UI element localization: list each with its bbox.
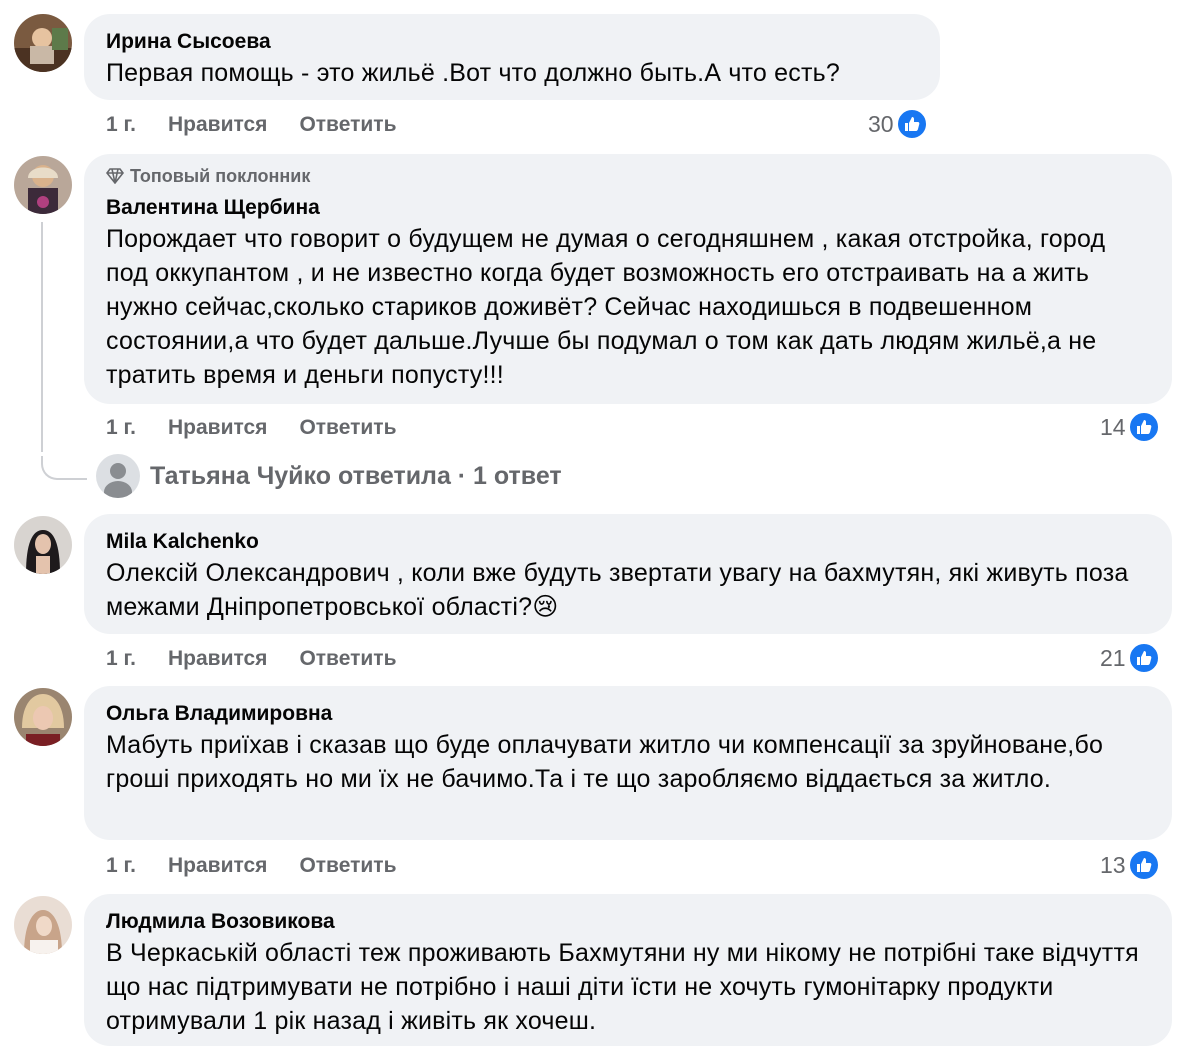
like-button[interactable]: Нравится bbox=[168, 854, 267, 878]
thread-line bbox=[41, 222, 43, 452]
like-button[interactable]: Нравится bbox=[168, 113, 267, 137]
comment-text-body: Олексій Олександрович , коли вже будуть … bbox=[106, 559, 1129, 621]
comment-author[interactable]: Ольга Владимировна bbox=[106, 700, 1150, 728]
comment-bubble: Людмила Возовикова В Черкаській області … bbox=[84, 894, 1172, 1046]
comment-actions: 1 г. Нравится Ответить bbox=[106, 851, 428, 881]
comment-bubble: Топовый поклонник Валентина Щербина Поро… bbox=[84, 154, 1172, 404]
reply-button[interactable]: Ответить bbox=[299, 416, 396, 440]
thread-connector bbox=[41, 456, 87, 480]
comment-actions: 1 г. Нравится Ответить bbox=[106, 644, 428, 674]
comment-actions: 1 г. Нравится Ответить bbox=[106, 413, 428, 443]
thumbs-up-icon bbox=[895, 108, 928, 140]
comment-actions: 1 г. Нравится Ответить bbox=[106, 110, 428, 140]
like-count-value: 13 bbox=[1100, 851, 1126, 878]
comment-author[interactable]: Ирина Сысоева bbox=[106, 28, 918, 56]
like-count-value: 30 bbox=[868, 110, 894, 137]
comment-text: Порождает что говорит о будущем не думая… bbox=[106, 225, 1106, 389]
top-fan-badge: Топовый поклонник bbox=[106, 164, 1150, 188]
like-count[interactable]: 13 bbox=[1100, 848, 1160, 882]
comment-text: Первая помощь - это жильё .Вот что должн… bbox=[106, 59, 840, 87]
comment-bubble: Mila Kalchenko Олексій Олександрович , к… bbox=[84, 514, 1172, 634]
reply-button[interactable]: Ответить bbox=[299, 854, 396, 878]
like-button[interactable]: Нравится bbox=[168, 647, 267, 671]
badge-label: Топовый поклонник bbox=[130, 166, 311, 186]
like-count-value: 21 bbox=[1100, 644, 1126, 671]
thumbs-up-icon bbox=[1127, 411, 1160, 443]
avatar[interactable] bbox=[14, 156, 72, 214]
reply-button[interactable]: Ответить bbox=[299, 113, 396, 137]
comment-text: В Черкаській області теж проживають Бахм… bbox=[106, 939, 1139, 1035]
comment-bubble: Ольга Владимировна Мабуть приїхав і сказ… bbox=[84, 686, 1172, 840]
like-button[interactable]: Нравится bbox=[168, 416, 267, 440]
view-replies-link[interactable]: Татьяна Чуйко ответила · 1 ответ bbox=[96, 454, 562, 498]
sad-face-emoji: 😢 bbox=[532, 593, 559, 621]
comment-author[interactable]: Валентина Щербина bbox=[106, 194, 1150, 222]
like-count[interactable]: 30 bbox=[868, 107, 928, 141]
comment-time[interactable]: 1 г. bbox=[106, 416, 136, 440]
comment-text: Олексій Олександрович , коли вже будуть … bbox=[106, 556, 1150, 624]
comment-time[interactable]: 1 г. bbox=[106, 647, 136, 671]
avatar[interactable] bbox=[14, 688, 72, 746]
like-count[interactable]: 14 bbox=[1100, 410, 1160, 444]
comment-bubble: Ирина Сысоева Первая помощь - это жильё … bbox=[84, 14, 940, 100]
avatar[interactable] bbox=[14, 14, 72, 72]
avatar[interactable] bbox=[14, 896, 72, 954]
comment-text: Мабуть приїхав і сказав що буде оплачува… bbox=[106, 731, 1104, 793]
reply-avatar bbox=[96, 454, 140, 498]
comment-time[interactable]: 1 г. bbox=[106, 854, 136, 878]
thumbs-up-icon bbox=[1127, 642, 1160, 674]
comment-author[interactable]: Mila Kalchenko bbox=[106, 528, 1150, 556]
thumbs-up-icon bbox=[1127, 849, 1160, 881]
comment-time[interactable]: 1 г. bbox=[106, 113, 136, 137]
comment-author[interactable]: Людмила Возовикова bbox=[106, 908, 1150, 936]
like-count[interactable]: 21 bbox=[1100, 641, 1160, 675]
like-count-value: 14 bbox=[1100, 413, 1126, 440]
avatar[interactable] bbox=[14, 516, 72, 574]
diamond-icon bbox=[106, 168, 124, 184]
reply-summary: Татьяна Чуйко ответила · 1 ответ bbox=[150, 461, 562, 490]
reply-button[interactable]: Ответить bbox=[299, 647, 396, 671]
